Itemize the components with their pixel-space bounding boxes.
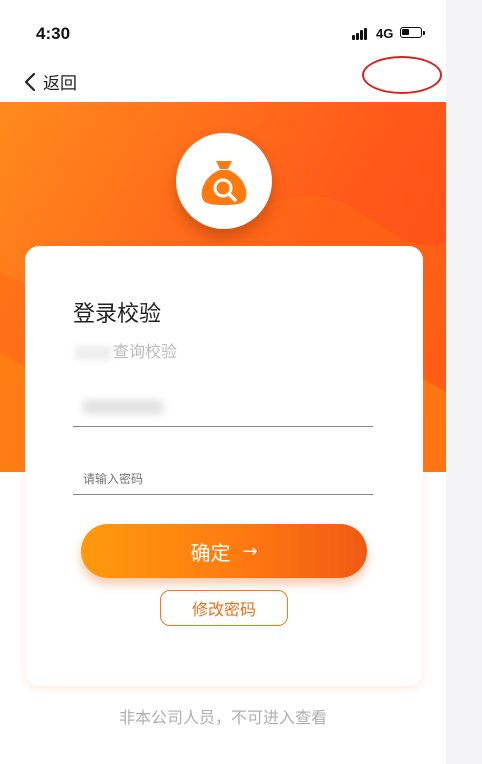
password-field-wrapper	[73, 458, 373, 495]
signal-icon	[352, 28, 370, 40]
back-label: 返回	[43, 74, 77, 94]
confirm-label: 确定	[190, 540, 231, 565]
username-field[interactable]	[73, 386, 373, 427]
login-card: 登录校验 查询校验 确定 → 修改密码	[25, 246, 423, 686]
confirm-button[interactable]: 确定 →	[81, 524, 367, 578]
redacted-username	[83, 400, 163, 414]
back-button[interactable]: 返回	[24, 69, 77, 94]
card-subtitle: 查询校验	[75, 338, 177, 362]
app-logo	[176, 133, 272, 229]
phone-screen: 4:30 4G 返回 登录校验 查询校验 确定 → 修改密码 非本公司人员，不可…	[0, 0, 446, 764]
money-bag-search-icon	[201, 161, 247, 205]
chevron-left-icon	[24, 72, 36, 91]
network-type: 4G	[376, 26, 394, 41]
battery-icon	[400, 27, 425, 38]
card-title: 登录校验	[73, 302, 162, 327]
subtitle-text: 查询校验	[113, 342, 178, 361]
arrow-right-icon: →	[242, 540, 258, 562]
password-input[interactable]	[83, 472, 363, 486]
modify-password-button[interactable]: 修改密码	[160, 590, 288, 626]
status-bar: 4:30 4G	[0, 18, 446, 52]
footer-notice: 非本公司人员，不可进入查看	[118, 708, 327, 727]
status-time: 4:30	[36, 24, 71, 43]
modify-password-label: 修改密码	[191, 600, 256, 619]
redacted-text	[75, 345, 111, 360]
annotation-ellipse	[362, 56, 442, 94]
